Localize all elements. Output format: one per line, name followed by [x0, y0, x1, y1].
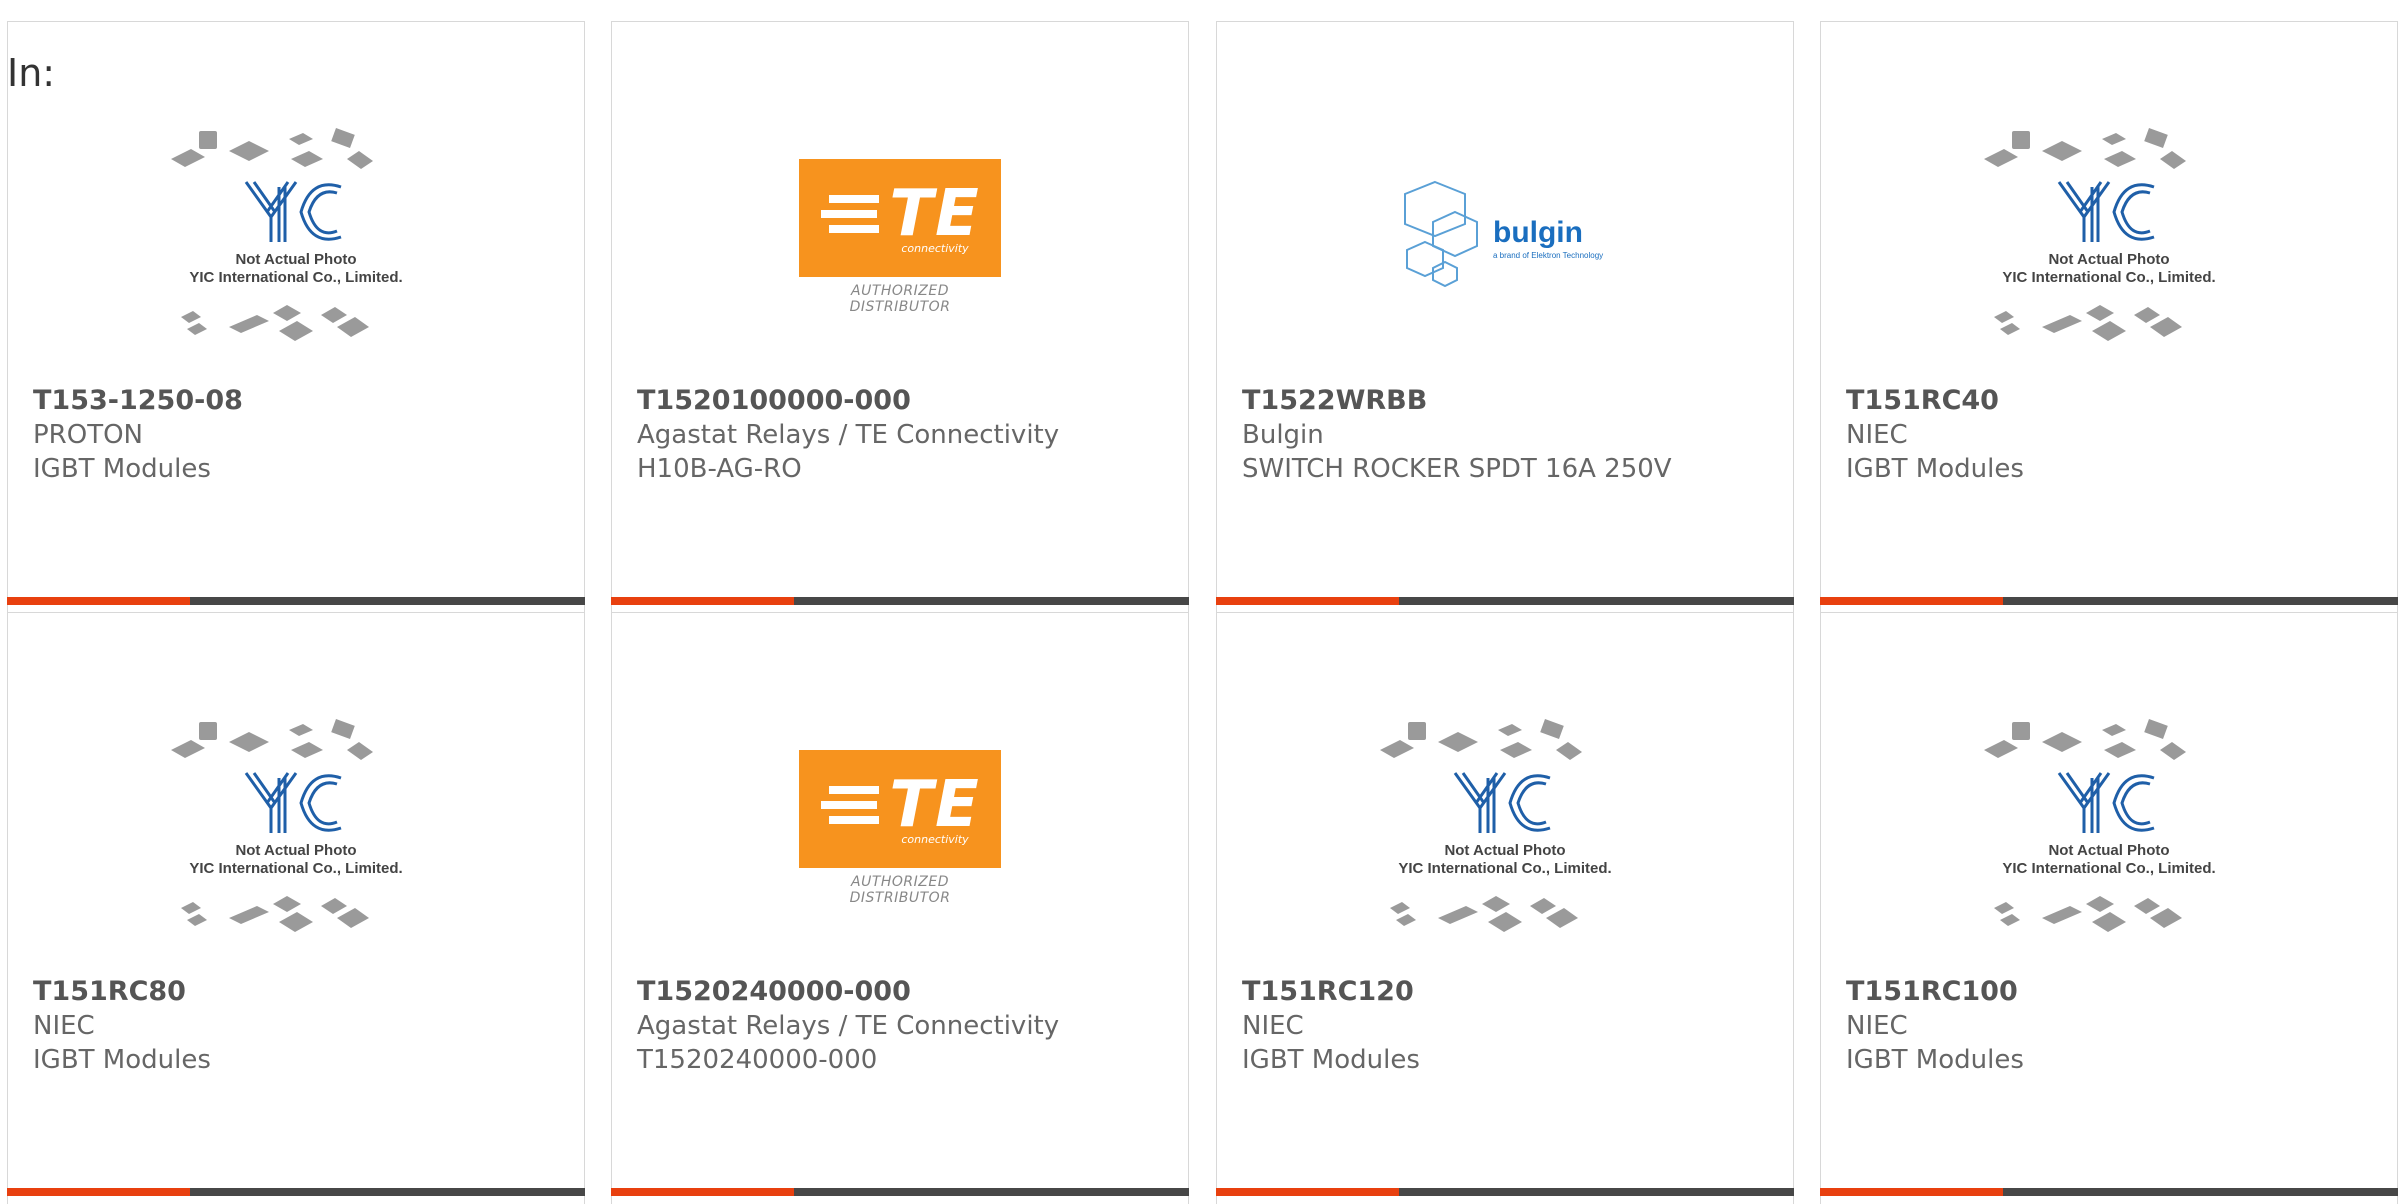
product-card[interactable]: Not Actual Photo YIC International Co., … — [1820, 21, 2398, 613]
product-image[interactable]: Not Actual Photo YIC International Co., … — [8, 683, 584, 973]
product-card[interactable]: TE connectivity AUTHORIZED DISTRIBUTOR T… — [611, 612, 1189, 1204]
te-logo-text: TE — [889, 176, 981, 251]
product-description: IGBT Modules — [33, 454, 211, 484]
product-info: T151RC40 NIEC IGBT Modules — [1846, 384, 2377, 486]
card-bottom-bar — [7, 597, 585, 605]
product-description: T1520240000-000 — [637, 1045, 878, 1075]
te-logo-sub: connectivity — [901, 241, 969, 255]
placeholder-line2: YIC International Co., Limited. — [2002, 269, 2215, 286]
placeholder-line1: Not Actual Photo — [235, 842, 356, 859]
product-description: SWITCH ROCKER SPDT 16A 250V — [1242, 454, 1672, 484]
part-number-link[interactable]: T1522WRBB — [1242, 384, 1773, 418]
not-actual-photo-image: Not Actual Photo YIC International Co., … — [1984, 128, 2216, 341]
product-info: T151RC80 NIEC IGBT Modules — [33, 975, 564, 1077]
product-card[interactable]: Not Actual Photo YIC International Co., … — [7, 21, 585, 613]
bulgin-logo: bulgin a brand of Elektron Technology — [1404, 180, 1603, 288]
product-image[interactable]: Not Actual Photo YIC International Co., … — [1217, 683, 1793, 973]
product-image[interactable]: Not Actual Photo YIC International Co., … — [8, 92, 584, 382]
placeholder-line2: YIC International Co., Limited. — [189, 269, 402, 286]
card-accent-bar — [1820, 1188, 2003, 1196]
card-bottom-bar — [611, 597, 1189, 605]
not-actual-photo-image: Not Actual Photo YIC International Co., … — [1984, 719, 2216, 932]
not-actual-photo-image: Not Actual Photo YIC International Co., … — [171, 719, 403, 932]
card-bottom-bar — [1216, 1188, 1794, 1196]
product-description: IGBT Modules — [1242, 1045, 1420, 1075]
te-logo-sub: connectivity — [901, 832, 969, 846]
product-card[interactable]: Not Actual Photo YIC International Co., … — [1216, 612, 1794, 1204]
manufacturer-name: NIEC — [33, 1011, 95, 1041]
product-card[interactable]: TE connectivity AUTHORIZED DISTRIBUTOR T… — [611, 21, 1189, 613]
te-authorized-text: AUTHORIZED DISTRIBUTOR — [849, 874, 951, 906]
product-description: H10B-AG-RO — [637, 454, 802, 484]
product-info: T151RC120 NIEC IGBT Modules — [1242, 975, 1773, 1077]
placeholder-line2: YIC International Co., Limited. — [2002, 860, 2215, 877]
part-number-link[interactable]: T1520240000-000 — [637, 975, 1168, 1009]
filter-label: In: — [7, 51, 56, 95]
placeholder-line1: Not Actual Photo — [2048, 251, 2169, 268]
product-card[interactable]: bulgin a brand of Elektron Technology T1… — [1216, 21, 1794, 613]
product-info: T1522WRBB Bulgin SWITCH ROCKER SPDT 16A 25… — [1242, 384, 1773, 486]
not-actual-photo-image: Not Actual Photo YIC International Co., … — [171, 128, 403, 341]
product-info: T1520100000-000 Agastat Relays / TE Conne… — [637, 384, 1168, 486]
part-number-link[interactable]: T1520100000-000 — [637, 384, 1168, 418]
card-bottom-bar — [1820, 597, 2398, 605]
product-image[interactable]: TE connectivity AUTHORIZED DISTRIBUTOR — [612, 92, 1188, 382]
card-accent-bar — [7, 597, 190, 605]
manufacturer-name: NIEC — [1846, 1011, 1908, 1041]
not-actual-photo-image: Not Actual Photo YIC International Co., … — [1380, 719, 1612, 932]
product-description: IGBT Modules — [1846, 1045, 2024, 1075]
product-image[interactable]: bulgin a brand of Elektron Technology — [1217, 92, 1793, 382]
te-authorized-text: AUTHORIZED DISTRIBUTOR — [849, 283, 951, 315]
product-image[interactable]: TE connectivity AUTHORIZED DISTRIBUTOR — [612, 683, 1188, 973]
card-accent-bar — [1820, 597, 2003, 605]
manufacturer-name: NIEC — [1846, 420, 1908, 450]
product-description: IGBT Modules — [1846, 454, 2024, 484]
card-accent-bar — [611, 1188, 794, 1196]
manufacturer-name: Bulgin — [1242, 420, 1324, 450]
manufacturer-name: Agastat Relays / TE Connectivity — [637, 1011, 1060, 1041]
part-number-link[interactable]: T151RC120 — [1242, 975, 1773, 1009]
product-info: T153-1250-08 PROTON IGBT Modules — [33, 384, 564, 486]
manufacturer-name: NIEC — [1242, 1011, 1304, 1041]
part-number-link[interactable]: T151RC80 — [33, 975, 564, 1009]
card-accent-bar — [1216, 1188, 1399, 1196]
card-accent-bar — [1216, 597, 1399, 605]
card-accent-bar — [611, 597, 794, 605]
bulgin-logo-sub: a brand of Elektron Technology — [1493, 251, 1603, 260]
product-description: IGBT Modules — [33, 1045, 211, 1075]
placeholder-line1: Not Actual Photo — [235, 251, 356, 268]
card-bottom-bar — [1820, 1188, 2398, 1196]
card-bottom-bar — [611, 1188, 1189, 1196]
product-info: T1520240000-000 Agastat Relays / TE Conne… — [637, 975, 1168, 1077]
placeholder-line1: Not Actual Photo — [1444, 842, 1565, 859]
card-bottom-bar — [7, 1188, 585, 1196]
placeholder-line1: Not Actual Photo — [2048, 842, 2169, 859]
product-image[interactable]: Not Actual Photo YIC International Co., … — [1821, 92, 2397, 382]
te-connectivity-logo: TE connectivity AUTHORIZED DISTRIBUTOR — [799, 159, 1001, 315]
manufacturer-name: PROTON — [33, 420, 144, 450]
placeholder-line2: YIC International Co., Limited. — [189, 860, 402, 877]
product-card[interactable]: Not Actual Photo YIC International Co., … — [1820, 612, 2398, 1204]
bulgin-logo-text: bulgin — [1493, 216, 1583, 249]
placeholder-line2: YIC International Co., Limited. — [1398, 860, 1611, 877]
part-number-link[interactable]: T151RC40 — [1846, 384, 2377, 418]
product-image[interactable]: Not Actual Photo YIC International Co., … — [1821, 683, 2397, 973]
card-bottom-bar — [1216, 597, 1794, 605]
te-connectivity-logo: TE connectivity AUTHORIZED DISTRIBUTOR — [799, 750, 1001, 906]
manufacturer-name: Agastat Relays / TE Connectivity — [637, 420, 1060, 450]
card-accent-bar — [7, 1188, 190, 1196]
te-logo-text: TE — [889, 767, 981, 842]
part-number-link[interactable]: T151RC100 — [1846, 975, 2377, 1009]
part-number-link[interactable]: T153-1250-08 — [33, 384, 564, 418]
product-info: T151RC100 NIEC IGBT Modules — [1846, 975, 2377, 1077]
product-card[interactable]: Not Actual Photo YIC International Co., … — [7, 612, 585, 1204]
